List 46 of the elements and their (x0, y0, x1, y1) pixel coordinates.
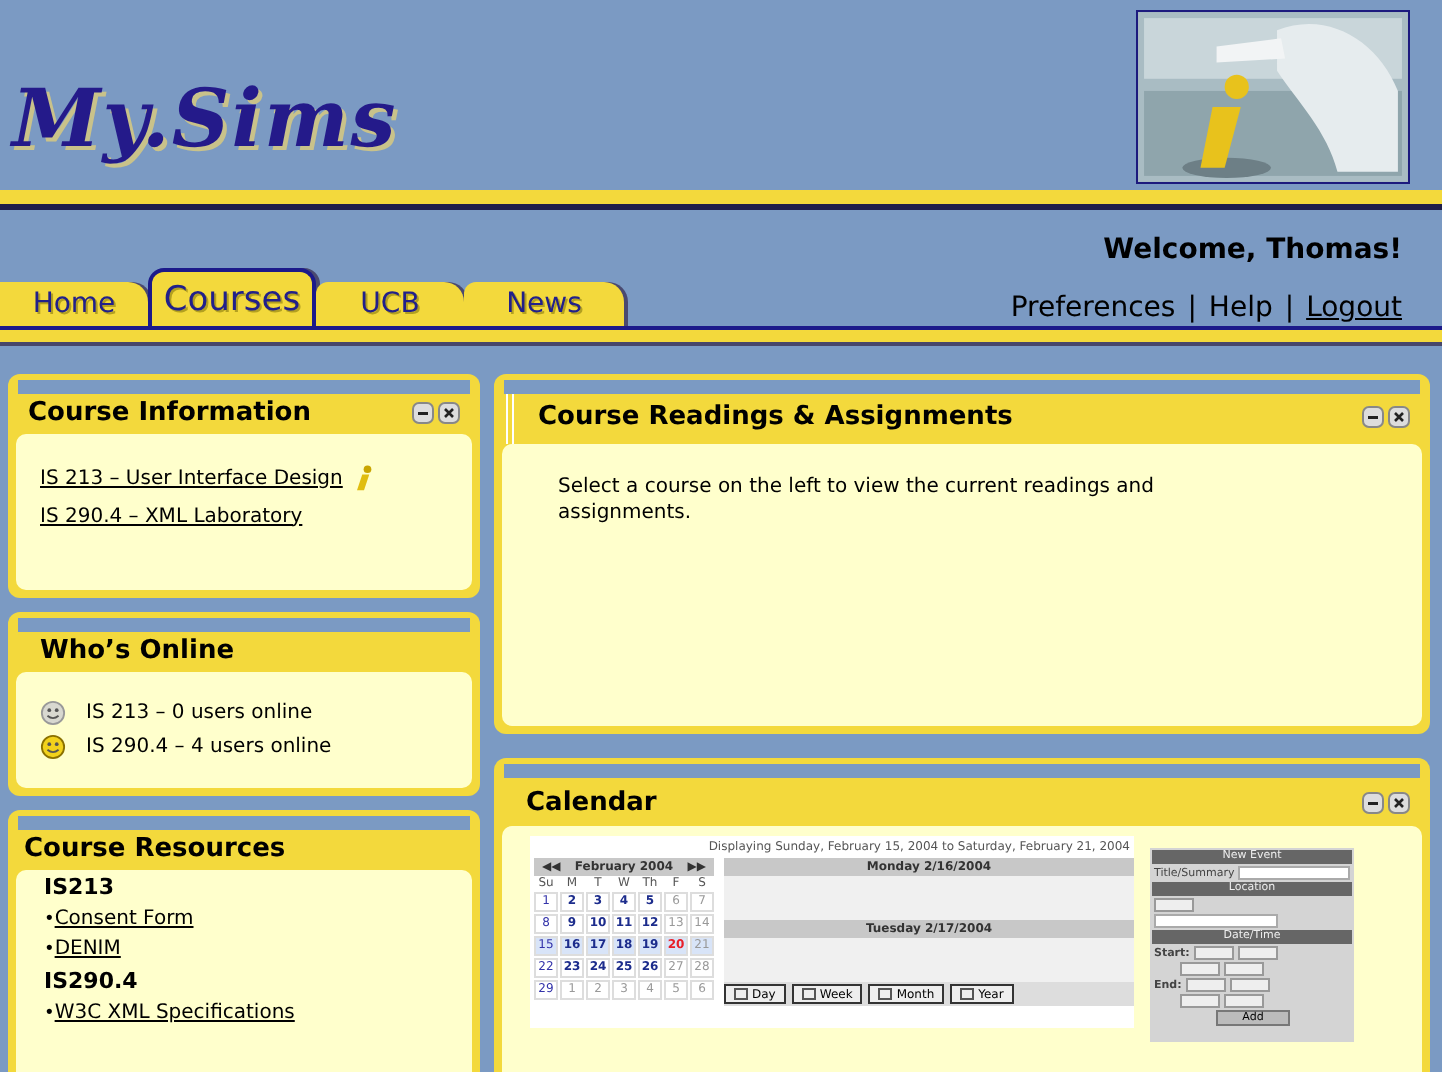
select-field[interactable] (1193, 946, 1234, 960)
panel-title: Course Resources (24, 834, 286, 864)
nav-link[interactable]: Help (1208, 292, 1273, 324)
select-field[interactable] (1229, 978, 1270, 992)
select-field[interactable] (1224, 962, 1264, 976)
select-field[interactable] (1185, 978, 1226, 992)
nav-link[interactable]: Logout (1306, 292, 1402, 324)
select-field[interactable] (1180, 962, 1220, 976)
select-field[interactable] (1180, 994, 1220, 1008)
course-heading: IS290.4 (44, 968, 140, 994)
logo: My.Sims (12, 70, 398, 170)
resource-link[interactable]: W3C XML Specifications (54, 1002, 295, 1024)
online-count: IS 213 – 0 users online (86, 702, 313, 724)
nav-tab[interactable]: Home (0, 282, 148, 326)
course-heading: IS213 (44, 874, 116, 900)
close-button[interactable] (1388, 406, 1410, 428)
minimize-button[interactable] (412, 402, 434, 424)
bullet: • (44, 1003, 55, 1023)
welcome-text: Welcome, Thomas! (1103, 234, 1402, 266)
nav-tab[interactable]: News (464, 282, 624, 326)
panel-title: Who’s Online (40, 636, 235, 666)
nav-tab[interactable]: Courses (148, 268, 316, 326)
minimize-button[interactable] (1362, 792, 1384, 814)
close-button[interactable] (1388, 792, 1410, 814)
resource-link[interactable]: DENIM (54, 938, 121, 960)
course-link[interactable]: IS 290.4 – XML Laboratory (40, 505, 303, 527)
input-field[interactable] (1154, 914, 1278, 928)
nav-tab[interactable]: UCB (316, 282, 464, 326)
separator: | (1284, 292, 1295, 324)
panel-title: Calendar (526, 788, 657, 818)
panel-title: Course Readings & Assignments (538, 402, 1013, 432)
select-field[interactable] (1154, 898, 1194, 912)
online-count: IS 290.4 – 4 users online (86, 736, 332, 758)
nav-link[interactable]: Preferences (1010, 292, 1176, 324)
input-field[interactable] (1238, 866, 1351, 880)
bullet: • (44, 909, 55, 929)
separator: | (1187, 292, 1197, 324)
course-link[interactable]: IS 213 – User Interface Design (40, 467, 343, 489)
minimize-button[interactable] (1362, 406, 1384, 428)
select-field[interactable] (1224, 994, 1264, 1008)
message: Select a course on the left to view the current readings and assignments. (558, 474, 1156, 526)
close-button[interactable] (438, 402, 460, 424)
resource-link[interactable]: Consent Form (54, 908, 194, 930)
panel-title: Course Information (28, 398, 311, 428)
bullet: • (44, 939, 55, 959)
select-field[interactable] (1237, 946, 1278, 960)
